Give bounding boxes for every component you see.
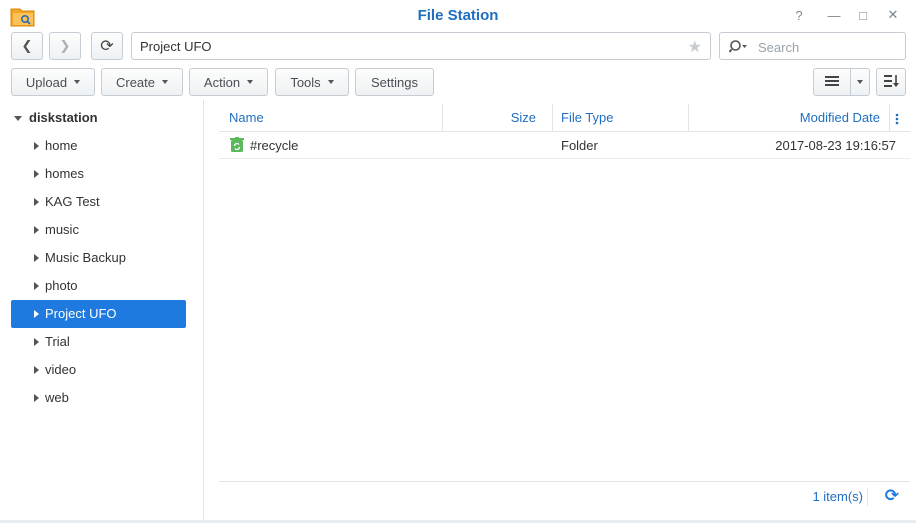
file-type: Folder: [561, 138, 598, 153]
title-bar: File Station ? — □ ✕: [0, 0, 916, 30]
maximize-button[interactable]: □: [854, 6, 872, 24]
status-bar: 1 item(s) ⟳: [219, 481, 910, 512]
chevron-down-icon: [162, 80, 169, 84]
column-options-button[interactable]: [895, 104, 909, 131]
chevron-right-icon: ❯: [59, 38, 71, 53]
caret-right-icon[interactable]: [34, 198, 39, 206]
sidebar-item-label: KAG Test: [45, 194, 100, 209]
minimize-button[interactable]: —: [825, 6, 843, 24]
chevron-down-icon: [857, 80, 863, 84]
chevron-down-icon: [247, 80, 254, 84]
forward-button[interactable]: ❯: [49, 32, 81, 60]
table-row[interactable]: #recycle Folder 2017-08-23 19:16:57: [219, 132, 910, 159]
settings-label: Settings: [371, 74, 418, 90]
refresh-icon: ⟳: [100, 38, 114, 55]
create-button[interactable]: Create: [101, 68, 183, 96]
refresh-button[interactable]: ⟳: [91, 32, 123, 60]
upload-button[interactable]: Upload: [11, 68, 95, 96]
sidebar-item[interactable]: web: [11, 384, 186, 412]
chevron-left-icon: ❮: [21, 38, 33, 53]
sidebar-item[interactable]: video: [11, 356, 186, 384]
sidebar-item[interactable]: music: [11, 216, 186, 244]
column-header-file-type[interactable]: File Type: [561, 104, 681, 131]
sidebar-item[interactable]: Project UFO: [11, 300, 186, 328]
folder-tree: diskstation home homes KAG Test music Music …: [0, 100, 204, 523]
tree-root[interactable]: diskstation: [14, 110, 98, 125]
file-name: #recycle: [250, 138, 299, 153]
caret-right-icon[interactable]: [34, 254, 39, 262]
chevron-down-icon: [327, 80, 334, 84]
caret-right-icon[interactable]: [34, 394, 39, 402]
path-text: Project UFO: [140, 39, 212, 54]
window-title: File Station: [417, 7, 499, 24]
status-divider: [867, 488, 868, 506]
sidebar-item-label: home: [45, 138, 78, 153]
chevron-down-icon: [74, 80, 81, 84]
sidebar-item[interactable]: photo: [11, 272, 186, 300]
sidebar-item[interactable]: Trial: [11, 328, 186, 356]
caret-down-icon[interactable]: [14, 116, 22, 122]
recycle-folder-icon: [230, 137, 244, 156]
search-placeholder: Search: [758, 40, 800, 55]
caret-right-icon[interactable]: [34, 170, 39, 178]
column-separator[interactable]: [552, 104, 553, 131]
back-button[interactable]: ❮: [11, 32, 43, 60]
action-button[interactable]: Action: [189, 68, 268, 96]
sidebar-item[interactable]: KAG Test: [11, 188, 186, 216]
caret-right-icon[interactable]: [34, 366, 39, 374]
close-icon: ✕: [887, 7, 899, 22]
search-input[interactable]: Search: [719, 32, 906, 60]
caret-right-icon[interactable]: [34, 282, 39, 290]
list-view-icon: [824, 75, 840, 90]
tools-button[interactable]: Tools: [275, 68, 349, 96]
file-modified-date: 2017-08-23 19:16:57: [775, 138, 896, 153]
tree-root-label: diskstation: [29, 110, 98, 125]
sidebar-item-label: Trial: [45, 334, 70, 349]
sidebar-item[interactable]: homes: [11, 160, 186, 188]
caret-right-icon[interactable]: [34, 142, 39, 150]
view-mode-dropdown[interactable]: [850, 68, 870, 96]
caret-right-icon[interactable]: [34, 226, 39, 234]
path-field[interactable]: Project UFO ★: [131, 32, 711, 60]
sidebar-item-label: Music Backup: [45, 250, 126, 265]
tools-label: Tools: [290, 74, 321, 90]
sidebar-item-label: Project UFO: [45, 306, 117, 321]
create-label: Create: [115, 74, 156, 90]
bookmark-star-icon[interactable]: ★: [688, 37, 702, 57]
more-vertical-icon: [895, 110, 899, 125]
close-button[interactable]: ✕: [884, 6, 902, 24]
column-header-size[interactable]: Size: [443, 104, 536, 131]
sort-icon: [883, 74, 899, 91]
column-header-modified-date[interactable]: Modified Date: [689, 104, 880, 131]
item-count: 1 item(s): [812, 489, 863, 504]
help-button[interactable]: ?: [790, 6, 808, 24]
column-separator: [889, 104, 890, 131]
column-header-name[interactable]: Name: [229, 104, 439, 131]
help-icon: ?: [795, 7, 803, 23]
upload-label: Upload: [25, 74, 68, 90]
sidebar-item[interactable]: Music Backup: [11, 244, 186, 272]
action-label: Action: [203, 74, 241, 90]
sidebar-item-label: video: [45, 362, 77, 377]
maximize-icon: □: [859, 7, 867, 23]
sidebar-item-label: web: [45, 390, 69, 405]
minimize-icon: —: [827, 7, 841, 23]
sidebar-item-label: music: [45, 222, 79, 237]
sidebar-item-label: homes: [45, 166, 85, 181]
sidebar-item-label: photo: [45, 278, 78, 293]
sidebar-item[interactable]: home: [11, 132, 186, 160]
sort-button[interactable]: [876, 68, 906, 96]
caret-right-icon[interactable]: [34, 310, 39, 318]
view-mode-button[interactable]: [813, 68, 851, 96]
search-icon: [728, 39, 747, 58]
caret-right-icon[interactable]: [34, 338, 39, 346]
refresh-icon[interactable]: ⟳: [885, 486, 899, 506]
settings-button[interactable]: Settings: [355, 68, 434, 96]
